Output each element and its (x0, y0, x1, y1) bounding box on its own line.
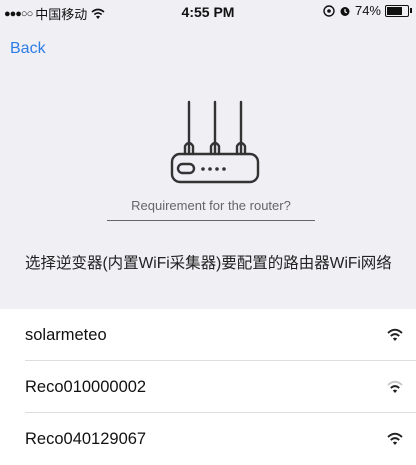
battery-tip (410, 8, 412, 13)
instruction-text: 选择逆变器(内置WiFi采集器)要配置的路由器WiFi网络 (25, 255, 392, 272)
location-icon (323, 4, 335, 17)
status-right: 74% (323, 3, 412, 18)
battery-icon (385, 4, 409, 17)
network-item[interactable]: Reco010000002 (0, 361, 416, 413)
wifi-signal-strong-icon (387, 328, 403, 341)
network-item[interactable]: solarmeteo (0, 309, 416, 361)
wifi-signal-strong-icon (387, 432, 403, 445)
back-button[interactable]: Back (10, 40, 46, 58)
battery-level (387, 6, 403, 15)
battery-percent: 74% (354, 3, 381, 18)
network-item[interactable]: Reco040129067 (0, 413, 416, 465)
router-icon (170, 100, 260, 184)
status-bar: ●●●○○ 中国移动 4:55 PM 74% (0, 0, 416, 24)
network-list: solarmeteo Reco010000002 Reco040129067 (0, 309, 416, 465)
alarm-icon (340, 6, 350, 16)
network-name: Reco040129067 (25, 430, 147, 448)
network-name: solarmeteo (25, 326, 107, 344)
network-name: Reco010000002 (25, 378, 147, 396)
router-requirement-link[interactable]: Requirement for the router? (107, 198, 315, 221)
wifi-signal-medium-icon (387, 380, 403, 393)
